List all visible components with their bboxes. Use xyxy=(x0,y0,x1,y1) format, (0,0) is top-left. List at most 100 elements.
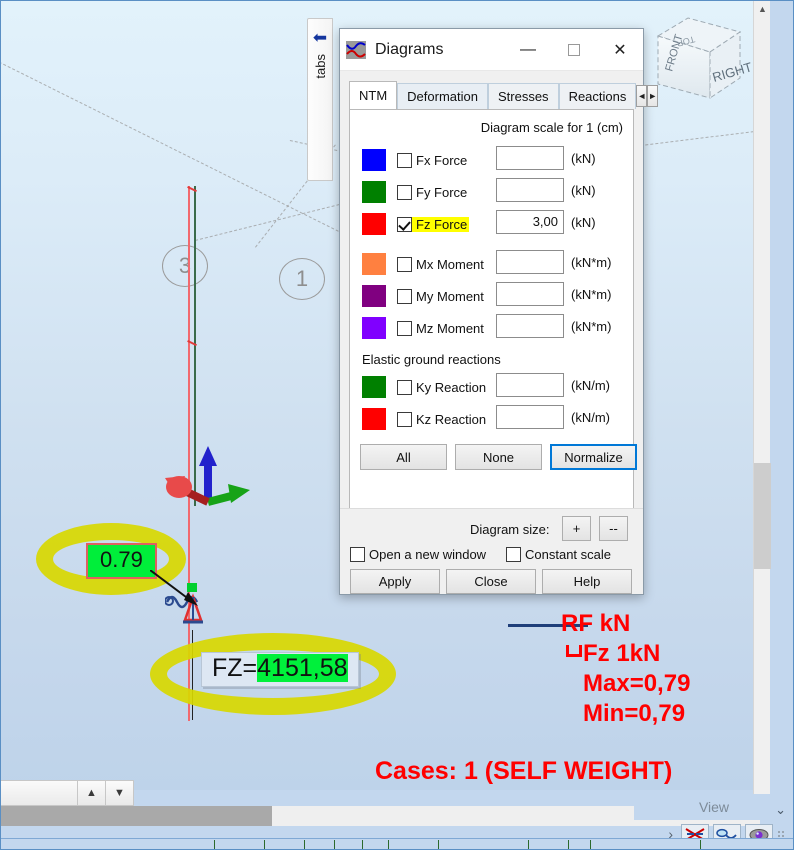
strip-segment xyxy=(215,840,265,850)
fz-callout-value: 4151,58 xyxy=(257,654,348,682)
fz-callout[interactable]: FZ=4151,58 xyxy=(201,652,359,687)
tabs-flyout-panel[interactable]: ⬅ tabs xyxy=(307,18,333,181)
color-swatch-fx xyxy=(362,149,386,171)
diagrams-dialog[interactable]: Diagrams — ✕ NTM Deformation Stresses Re… xyxy=(339,28,659,595)
strip-segment xyxy=(305,840,335,850)
checkbox-fx-force[interactable]: Fx Force xyxy=(397,152,469,168)
tab-deformation[interactable]: Deformation xyxy=(397,83,488,109)
legend-fz: Fz 1kN xyxy=(583,640,661,667)
button-label: All xyxy=(396,449,411,465)
row-label: Ky Reaction xyxy=(416,379,487,395)
strip-segment xyxy=(439,840,529,850)
vertical-scrollbar[interactable]: ▲ ▼ xyxy=(753,0,771,812)
value-callout-label: 0.79 xyxy=(100,547,143,572)
input-fy-scale[interactable] xyxy=(496,178,564,202)
checkbox-mz-moment[interactable]: Mz Moment xyxy=(397,320,486,336)
scroll-up-button[interactable]: ▲ xyxy=(754,0,771,17)
legend-max: Max=0,79 xyxy=(583,670,691,697)
input-mz-scale[interactable] xyxy=(496,314,564,338)
strip-segment xyxy=(569,840,591,850)
step-spinner[interactable]: ▲ ▼ xyxy=(0,780,134,806)
row-label: Kz Reaction xyxy=(416,411,487,427)
fz-callout-label: FZ= xyxy=(212,654,258,682)
dialog-tab-strip[interactable]: NTM Deformation Stresses Reactions ◄ ► xyxy=(349,81,659,109)
button-label: Normalize xyxy=(564,449,623,465)
unit-my: (kN*m) xyxy=(571,287,612,302)
horizontal-scroll-thumb[interactable] xyxy=(0,806,272,826)
checkbox-mx-moment[interactable]: Mx Moment xyxy=(397,256,486,272)
tab-stresses[interactable]: Stresses xyxy=(487,83,559,109)
checkbox-my-moment[interactable]: My Moment xyxy=(397,288,486,304)
checkbox-box[interactable] xyxy=(397,288,412,304)
strip-segment xyxy=(591,840,701,850)
elastic-reactions-group-label: Elastic ground reactions xyxy=(362,352,501,367)
view-panel-header[interactable]: View xyxy=(634,794,794,820)
tab-scroll-left-button[interactable]: ◄ xyxy=(636,85,648,107)
all-button[interactable]: All xyxy=(360,444,447,470)
legend-rf: RF kN xyxy=(561,610,631,637)
tab-label: Stresses xyxy=(497,89,549,104)
arrow-left-icon[interactable]: ⬅ xyxy=(313,29,327,46)
button-label: + xyxy=(572,521,581,536)
input-mx-scale[interactable] xyxy=(496,250,564,274)
maximize-button[interactable] xyxy=(551,29,597,70)
checkbox-ky-reaction[interactable]: Ky Reaction xyxy=(397,379,488,395)
checkbox-box[interactable] xyxy=(397,216,412,232)
scale-header-label: Diagram scale for 1 (cm) xyxy=(480,120,623,135)
grid-bubble-1[interactable]: 1 xyxy=(279,258,325,300)
spinner-field[interactable] xyxy=(1,781,77,805)
chevron-down-icon[interactable]: ⌄ xyxy=(775,802,786,818)
minimize-button[interactable]: — xyxy=(505,29,551,70)
checkbox-box[interactable] xyxy=(350,547,365,562)
color-swatch-ky xyxy=(362,376,386,398)
checkbox-box[interactable] xyxy=(506,547,521,562)
input-fz-scale[interactable]: 3,00 xyxy=(496,210,564,234)
diagram-size-decrease-button[interactable]: -- xyxy=(599,516,628,541)
diagram-size-label: Diagram size: xyxy=(470,522,550,537)
checkbox-box[interactable] xyxy=(397,256,412,272)
unit-kz: (kN/m) xyxy=(571,410,610,425)
input-kz-scale[interactable] xyxy=(496,405,564,429)
view-cube[interactable]: FRONT RIGHT TOP xyxy=(648,6,754,110)
strip-segment xyxy=(335,840,363,850)
checkbox-box[interactable] xyxy=(397,320,412,336)
spinner-down-button[interactable]: ▼ xyxy=(105,781,133,805)
tab-reactions[interactable]: Reactions xyxy=(558,83,637,109)
checkbox-box[interactable] xyxy=(397,379,412,395)
checkbox-fy-force[interactable]: Fy Force xyxy=(397,184,469,200)
checkbox-open-new-window[interactable]: Open a new window xyxy=(350,547,486,562)
dialog-title: Diagrams xyxy=(375,40,444,58)
spinner-up-button[interactable]: ▲ xyxy=(77,781,105,805)
apply-button[interactable]: Apply xyxy=(350,569,440,594)
tab-label: Deformation xyxy=(407,89,478,104)
grid-bubble-3[interactable]: 3 xyxy=(162,245,208,287)
input-fx-scale[interactable] xyxy=(496,146,564,170)
normalize-button[interactable]: Normalize xyxy=(550,444,637,470)
checkbox-box[interactable] xyxy=(397,152,412,168)
row-label: Mx Moment xyxy=(416,256,484,272)
input-my-scale[interactable] xyxy=(496,282,564,306)
button-label: Close xyxy=(474,574,508,589)
value-callout[interactable]: 0.79 xyxy=(86,543,157,579)
vertical-scroll-thumb[interactable] xyxy=(754,463,771,569)
diagram-size-increase-button[interactable]: + xyxy=(562,516,591,541)
tab-ntm[interactable]: NTM xyxy=(349,81,398,109)
checkbox-kz-reaction[interactable]: Kz Reaction xyxy=(397,411,488,427)
checkbox-box[interactable] xyxy=(397,184,412,200)
none-button[interactable]: None xyxy=(455,444,542,470)
ntm-tab-page: Diagram scale for 1 (cm) Fx Force (kN) F… xyxy=(349,109,637,525)
color-swatch-fy xyxy=(362,181,386,203)
tab-scroll-right-button[interactable]: ► xyxy=(647,85,659,107)
checkbox-box[interactable] xyxy=(397,411,412,427)
input-ky-scale[interactable] xyxy=(496,373,564,397)
strip-segment xyxy=(265,840,305,850)
dialog-title-bar[interactable]: Diagrams — ✕ xyxy=(340,29,643,71)
color-swatch-mz xyxy=(362,317,386,339)
close-dialog-button[interactable]: Close xyxy=(446,569,536,594)
maximize-icon xyxy=(568,43,580,56)
checkbox-constant-scale[interactable]: Constant scale xyxy=(506,547,611,562)
close-button[interactable]: ✕ xyxy=(597,29,643,70)
help-button[interactable]: Help xyxy=(542,569,632,594)
bottom-tab-strip[interactable] xyxy=(0,838,794,850)
checkbox-fz-force[interactable]: Fz Force xyxy=(397,216,470,232)
